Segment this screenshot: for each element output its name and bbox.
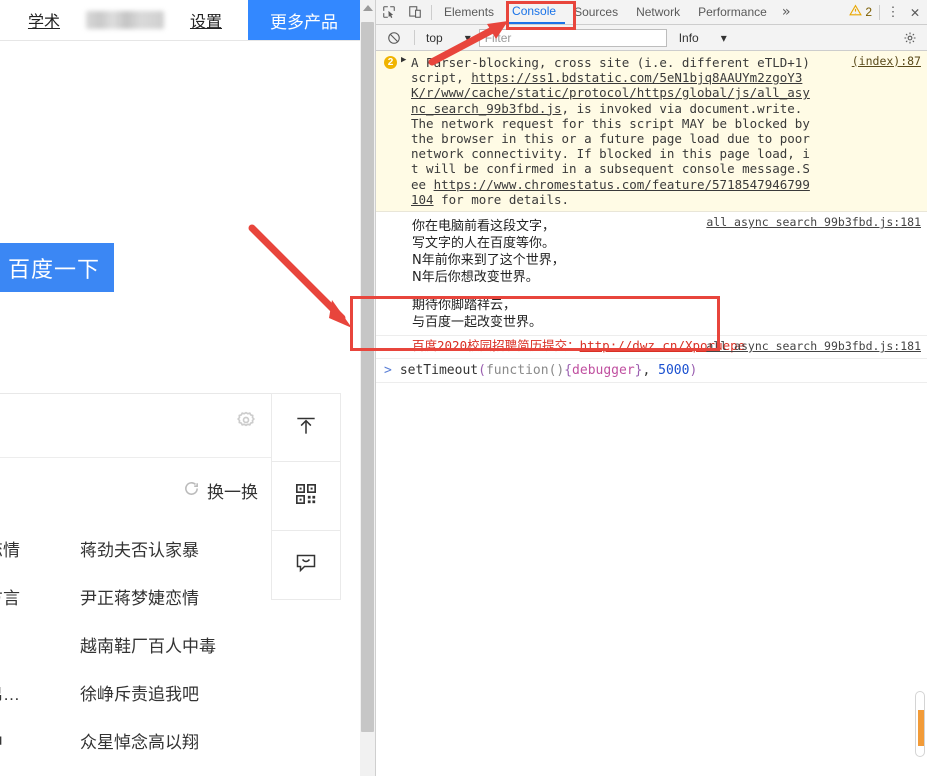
list-item[interactable]: 中: [0, 716, 42, 764]
baidu-header-nav: 学术 设置 更多产品: [0, 0, 360, 40]
content-divider-top: [0, 393, 271, 394]
code-function-name: setTimeout: [399, 362, 479, 378]
warning-text: A Parser-blocking, cross site (i.e. diff…: [411, 55, 815, 207]
inspect-element-icon[interactable]: [376, 0, 402, 24]
baidu-page: 学术 设置 更多产品 百度一下 换一换 恋情: [0, 0, 375, 776]
clear-console-icon[interactable]: [381, 26, 407, 50]
hotlist-right-column: 蒋劲夫否认家暴 尹正蒋梦婕恋情 越南鞋厂百人中毒 徐峥斥责追我吧 众星悼念高以翔…: [80, 524, 260, 776]
filterbar-divider: [414, 30, 415, 45]
execution-context-select[interactable]: top ▾: [422, 31, 475, 45]
content-divider-bottom: [0, 457, 271, 458]
list-item[interactable]: 蒋劲夫否认家暴: [80, 524, 260, 572]
arrow-up-icon: [293, 412, 319, 443]
console-messages: 2 ▶ (index):87 A Parser-blocking, cross …: [376, 51, 927, 774]
warning-count-badge: 2: [384, 56, 397, 69]
code-brace-open: {: [564, 362, 573, 378]
code-debugger-keyword: debugger: [572, 362, 635, 378]
console-warning-message[interactable]: 2 ▶ (index):87 A Parser-blocking, cross …: [376, 51, 927, 213]
list-item[interactable]: 徐峥斥责追我吧: [80, 668, 260, 716]
chinese-line: N年后你想改变世界。: [412, 270, 539, 286]
refresh-hotlist-row[interactable]: 换一换: [0, 478, 258, 503]
gear-icon[interactable]: [236, 410, 256, 430]
feedback-button[interactable]: [271, 531, 341, 600]
chinese-line: N年前你来到了这个世界，: [412, 253, 565, 269]
execution-context-value: top: [426, 30, 443, 45]
code-brace-close: }: [634, 362, 643, 378]
refresh-label: 换一换: [207, 483, 258, 502]
baidu-side-rail: [271, 393, 341, 600]
prompt-caret-icon: >: [384, 362, 392, 378]
tab-performance[interactable]: Performance: [689, 0, 776, 24]
list-item[interactable]: [0, 620, 42, 668]
code-close-paren: ): [689, 362, 698, 378]
list-item[interactable]: 浙江: [0, 764, 42, 776]
list-item[interactable]: 尹正蒋梦婕恋情: [80, 572, 260, 620]
console-scrollbar[interactable]: [915, 691, 925, 757]
hotlist-left-column: 恋情 方言 帛… 中 浙江: [0, 524, 42, 776]
screenshot-root: 学术 设置 更多产品 百度一下 换一换 恋情: [0, 0, 927, 776]
refresh-icon: [183, 480, 200, 502]
toolbar-divider: [431, 4, 432, 20]
devtools-panel: Elements Console Sources Network Perform…: [375, 0, 927, 776]
scrollbar-thumb[interactable]: [361, 22, 374, 732]
code-comma: ,: [642, 362, 659, 378]
baidu-search-button[interactable]: 百度一下: [0, 243, 114, 292]
qr-code-button[interactable]: [271, 462, 341, 531]
filter-input[interactable]: Filter: [478, 28, 667, 47]
code-delay-value: 5000: [658, 362, 690, 378]
code-function-keyword: function: [485, 362, 549, 378]
console-filter-bar: top ▾ Filter Info ▾: [376, 25, 927, 51]
more-products-button[interactable]: 更多产品: [248, 0, 360, 40]
console-prompt-row[interactable]: > setTimeout(function(){debugger}, 5000): [376, 358, 927, 383]
code-function-parens: (): [548, 362, 565, 378]
warning-count: 2: [865, 5, 872, 19]
more-options-icon[interactable]: ⋮: [883, 5, 903, 20]
highlight-console-tab: [506, 1, 576, 30]
chevron-down-icon: ▾: [464, 30, 471, 45]
list-item[interactable]: 越南鞋厂百人中毒: [80, 620, 260, 668]
qr-code-icon: [295, 483, 317, 510]
status-badge[interactable]: 2: [849, 4, 876, 20]
gear-icon[interactable]: [903, 31, 922, 45]
header-divider: [0, 40, 360, 41]
warning-triangle-icon: [849, 4, 863, 20]
log-level-value: Info: [678, 30, 699, 45]
message-source-link[interactable]: all async search 99b3fbd.js:181: [706, 339, 921, 353]
warning-part-5: for more details.: [433, 191, 570, 207]
chevron-down-icon: ▾: [720, 30, 727, 45]
highlight-settimeout-code: [350, 296, 720, 351]
back-to-top-button[interactable]: [271, 393, 341, 462]
scrollbar-warning-marker: [918, 710, 924, 746]
header-link-academic[interactable]: 学术: [28, 8, 60, 32]
log-level-select[interactable]: Info ▾: [671, 31, 727, 45]
header-link-settings[interactable]: 设置: [190, 8, 222, 32]
expand-triangle-icon[interactable]: ▶: [401, 55, 406, 65]
list-item[interactable]: 帛…: [0, 668, 42, 716]
list-item[interactable]: 北京垃圾分类新规: [80, 764, 260, 776]
baidu-page-scrollbar[interactable]: [360, 0, 375, 776]
message-source-link[interactable]: all async search 99b3fbd.js:181: [706, 215, 921, 229]
scroll-up-arrow-icon[interactable]: [363, 5, 373, 11]
device-toolbar-icon[interactable]: [402, 0, 428, 24]
tab-elements[interactable]: Elements: [435, 0, 503, 24]
list-item[interactable]: 方言: [0, 572, 42, 620]
code-open-paren: (: [478, 362, 486, 378]
close-icon[interactable]: ✕: [903, 3, 927, 21]
devtools-tabbar: Elements Console Sources Network Perform…: [376, 0, 927, 25]
more-tabs-button[interactable]: »: [776, 4, 796, 20]
message-source-link[interactable]: (index):87: [852, 54, 921, 68]
feedback-icon: [294, 551, 318, 580]
toolbar-divider-right: [879, 4, 880, 20]
chinese-line: 写文字的人在百度等你。: [412, 236, 556, 252]
list-item[interactable]: 恋情: [0, 524, 42, 572]
list-item[interactable]: 众星悼念高以翔: [80, 716, 260, 764]
console-input-code[interactable]: setTimeout(function(){debugger}, 5000): [400, 363, 697, 378]
header-link-blurred[interactable]: [85, 11, 164, 29]
tab-network[interactable]: Network: [627, 0, 689, 24]
